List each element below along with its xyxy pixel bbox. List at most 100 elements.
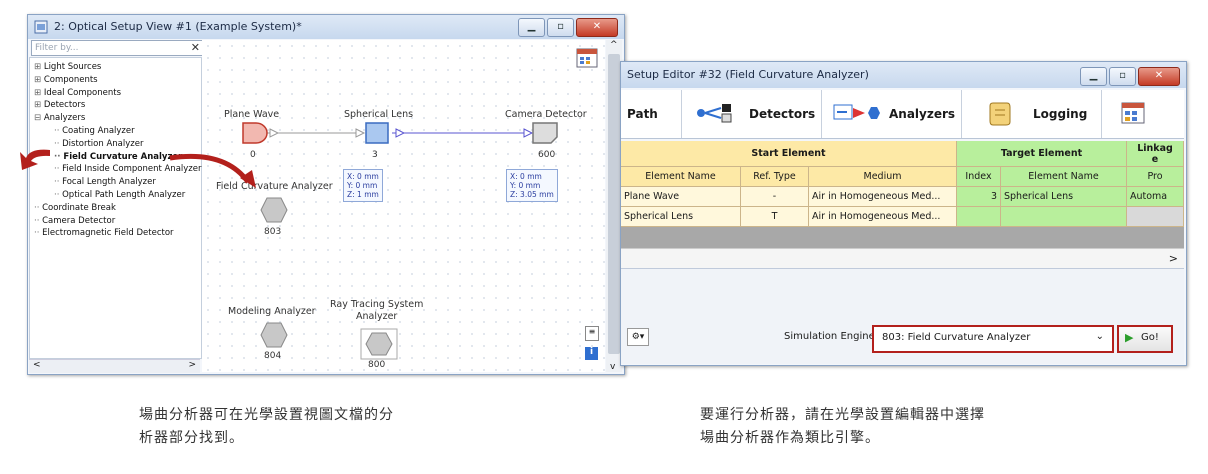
- modeling-analyzer-index: 804: [264, 351, 282, 361]
- tree-item[interactable]: ⊞ Detectors: [34, 100, 85, 110]
- tree-item-label: Analyzers: [43, 113, 86, 124]
- field-curvature-analyzer-index: 803: [264, 227, 282, 237]
- row2-property: [1127, 207, 1184, 227]
- analyzers-icon: [833, 104, 880, 120]
- col-target-element-name: Element Name: [1001, 167, 1127, 187]
- tab-path[interactable]: Path: [621, 90, 682, 138]
- maximize-button[interactable]: ▫: [547, 18, 574, 37]
- right-caption: 要運行分析器，請在光學設置編輯器中選擇 場曲分析器作為類比引擎。: [700, 407, 985, 446]
- tree-item-label: Electromagnetic Field Detector: [42, 228, 174, 239]
- app-icon: [34, 20, 48, 34]
- chevron-down-icon: ⌄: [1095, 331, 1104, 342]
- tree-item[interactable]: ⊞ Components: [34, 75, 98, 85]
- document-icon[interactable]: ≡: [585, 326, 599, 341]
- tab-path-label: Path: [627, 107, 658, 121]
- tree-item[interactable]: ·· Camera Detector: [34, 216, 115, 226]
- path-table: Start Element Target Element Linkag e El…: [621, 141, 1184, 248]
- title-bar: 2: Optical Setup View #1 (Example System…: [28, 15, 624, 39]
- col-property: Pro: [1127, 167, 1184, 187]
- tree-item-label: Light Sources: [43, 62, 102, 72]
- tree-item-label: Camera Detector: [42, 215, 116, 226]
- window-title: Setup Editor #32 (Field Curvature Analyz…: [627, 68, 869, 81]
- modeling-analyzer-icon[interactable]: [260, 322, 288, 348]
- tree-item[interactable]: ⊟ Analyzers: [34, 113, 85, 123]
- go-button[interactable]: ▶ Go!: [1117, 325, 1173, 353]
- bottom-bar: ⚙▾ Simulation Engine 803: Field Curvatur…: [621, 268, 1184, 364]
- tab-logging[interactable]: Logging: [961, 90, 1102, 138]
- tab-detectors[interactable]: Detectors: [681, 90, 822, 138]
- modeling-analyzer-label: Modeling Analyzer: [228, 306, 316, 317]
- row2-element-name: Spherical Lens: [621, 207, 741, 227]
- row1-medium: Air in Homogeneous Med...: [809, 187, 957, 207]
- ray-tracing-analyzer-icon[interactable]: [360, 328, 398, 360]
- scroll-icon: [989, 102, 1011, 126]
- start-element-header: Start Element: [621, 141, 957, 167]
- expand-icon[interactable]: ⊞: [34, 100, 44, 110]
- col-index: Index: [957, 167, 1001, 187]
- expand-icon[interactable]: ⊞: [34, 75, 44, 85]
- left-caption: 場曲分析器可在光學設置視圖文檔的分 析器部分找到。: [139, 407, 394, 446]
- tree-line-icon: ··: [34, 228, 43, 239]
- col-element-name: Element Name: [621, 167, 741, 187]
- row2-medium: Air in Homogeneous Med...: [809, 207, 957, 227]
- settings-dropdown-button[interactable]: ⚙▾: [627, 328, 649, 346]
- clear-filter-icon[interactable]: ✕: [191, 41, 200, 55]
- tab-analyzers[interactable]: Analyzers: [821, 90, 962, 138]
- detectors-icon: [697, 104, 732, 123]
- title-bar: Setup Editor #32 (Field Curvature Analyz…: [621, 62, 1186, 88]
- minimize-button[interactable]: ▁: [1080, 67, 1107, 86]
- expand-icon[interactable]: ⊞: [34, 88, 44, 98]
- linkage-header: Linkag e: [1127, 141, 1184, 167]
- camera-detector-position: X: 0 mm Y: 0 mm Z: 3.05 mm: [506, 169, 558, 202]
- spherical-lens-icon[interactable]: [365, 122, 389, 144]
- simulation-engine-select[interactable]: 803: Field Curvature Analyzer ⌄: [872, 325, 1114, 353]
- calendar-icon[interactable]: [1121, 102, 1145, 124]
- tree-item[interactable]: ⊞ Light Sources: [34, 62, 101, 72]
- tree-item-label: Ideal Components: [43, 87, 122, 98]
- simulation-engine-value: 803: Field Curvature Analyzer: [882, 332, 1031, 343]
- filter-placeholder: Filter by...: [35, 43, 79, 53]
- filter-input[interactable]: Filter by... ✕: [31, 40, 204, 56]
- ray-tracing-analyzer-label: Ray Tracing System Analyzer: [330, 299, 424, 322]
- spherical-lens-label: Spherical Lens: [344, 109, 414, 120]
- col-ref-type: Ref. Type: [741, 167, 809, 187]
- target-element-header: Target Element: [957, 141, 1127, 167]
- row2-index: [957, 207, 1001, 227]
- tree-item-label: Components: [43, 74, 98, 85]
- tree-item-label: Detectors: [43, 100, 86, 111]
- row1-element-name: Plane Wave: [621, 187, 741, 207]
- row2-ref-type: T: [741, 207, 809, 227]
- row1-property: Automa: [1127, 187, 1184, 207]
- ray-tracing-analyzer-index: 800: [368, 360, 386, 370]
- row1-index: 3: [957, 187, 1001, 207]
- row2-target-name: [1001, 207, 1127, 227]
- tree-item-label: Coating Analyzer: [62, 126, 135, 136]
- minimize-button[interactable]: ▁: [518, 18, 545, 37]
- expand-icon[interactable]: ⊞: [34, 62, 44, 72]
- collapse-icon[interactable]: ⊟: [34, 113, 44, 123]
- spherical-lens-index: 3: [372, 150, 378, 160]
- window-title: 2: Optical Setup View #1 (Example System…: [54, 20, 302, 33]
- simulation-engine-label: Simulation Engine: [784, 331, 875, 342]
- camera-detector-index: 600: [538, 150, 556, 160]
- close-button[interactable]: ✕: [1138, 67, 1180, 86]
- row1-ref-type: -: [741, 187, 809, 207]
- play-icon: ▶: [1125, 331, 1134, 344]
- maximize-button[interactable]: ▫: [1109, 67, 1136, 86]
- tree-item[interactable]: ⊞ Ideal Components: [34, 88, 121, 98]
- setup-editor-window: Setup Editor #32 (Field Curvature Analyz…: [620, 61, 1187, 366]
- go-label: Go!: [1141, 332, 1159, 343]
- table-horizontal-scrollbar[interactable]: >: [621, 248, 1184, 269]
- close-button[interactable]: ✕: [576, 18, 618, 37]
- tab-logging-label: Logging: [1033, 107, 1088, 121]
- tree-item[interactable]: ·· Coating Analyzer: [54, 126, 135, 136]
- tab-detectors-label: Detectors: [749, 107, 816, 121]
- tree-line-icon: ··: [34, 215, 43, 226]
- camera-detector-icon[interactable]: [532, 122, 558, 144]
- tree-item[interactable]: ·· Electromagnetic Field Detector: [34, 228, 174, 238]
- info-icon[interactable]: i: [585, 347, 598, 360]
- spherical-lens-position: X: 0 mm Y: 0 mm Z: 1 mm: [343, 169, 383, 202]
- plane-wave-label: Plane Wave: [224, 109, 280, 120]
- tab-analyzers-label: Analyzers: [889, 107, 956, 121]
- tree-horizontal-scrollbar[interactable]: < >: [29, 359, 200, 373]
